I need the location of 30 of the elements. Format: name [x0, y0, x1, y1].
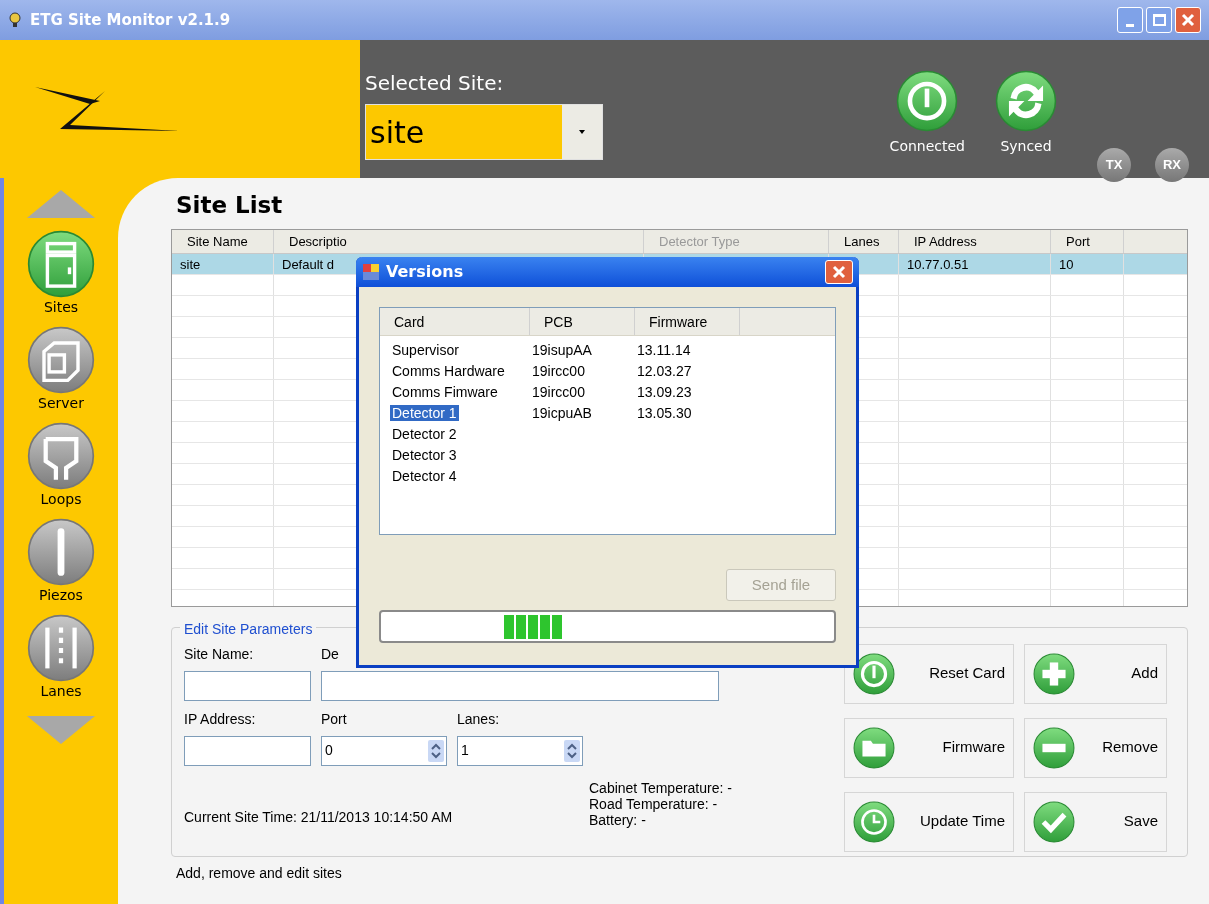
field-label: Site Name: [184, 644, 255, 664]
table-cell: 13.11.14 [637, 342, 691, 358]
table-cell: 19ircc00 [532, 384, 585, 400]
reading-text: Road Temperature: - [589, 795, 718, 812]
table-cell: 19ircc00 [532, 363, 585, 379]
page-title: Site List [175, 191, 284, 220]
field-label: Lanes: [457, 709, 501, 729]
reading-text: Battery: - [589, 811, 646, 828]
table-cell: site [180, 256, 201, 272]
field-label: IP Address: [184, 709, 257, 729]
table-cell: 10.77.0.51 [907, 256, 969, 272]
site-time-text: Current Site Time: 21/11/2013 10:14:50 AM [184, 807, 454, 827]
status-label: Connected [889, 137, 965, 156]
selected-site-label: Selected Site: [365, 70, 505, 97]
table-cell: 13.09.23 [637, 384, 692, 400]
signal-indicator: TX [1097, 148, 1131, 182]
field-label: Port [321, 709, 348, 729]
table-cell: 19isupAA [532, 342, 592, 358]
table-cell: Default d [282, 256, 335, 272]
reading-text: Cabinet Temperature: - [589, 779, 732, 796]
field-label: De [321, 644, 340, 664]
status-label: Synced [1000, 137, 1052, 156]
table-cell: 19icpuAB [532, 405, 592, 421]
dialog-title: Versions [386, 261, 464, 283]
window-title: ETG Site Monitor v2.1.9 [30, 9, 231, 31]
table-cell: 10 [1059, 256, 1074, 272]
table-cell: 12.03.27 [637, 363, 692, 379]
status-text: Add, remove and edit sites [175, 863, 343, 883]
table-cell: 13.05.30 [637, 405, 692, 421]
signal-indicator: RX [1155, 148, 1189, 182]
